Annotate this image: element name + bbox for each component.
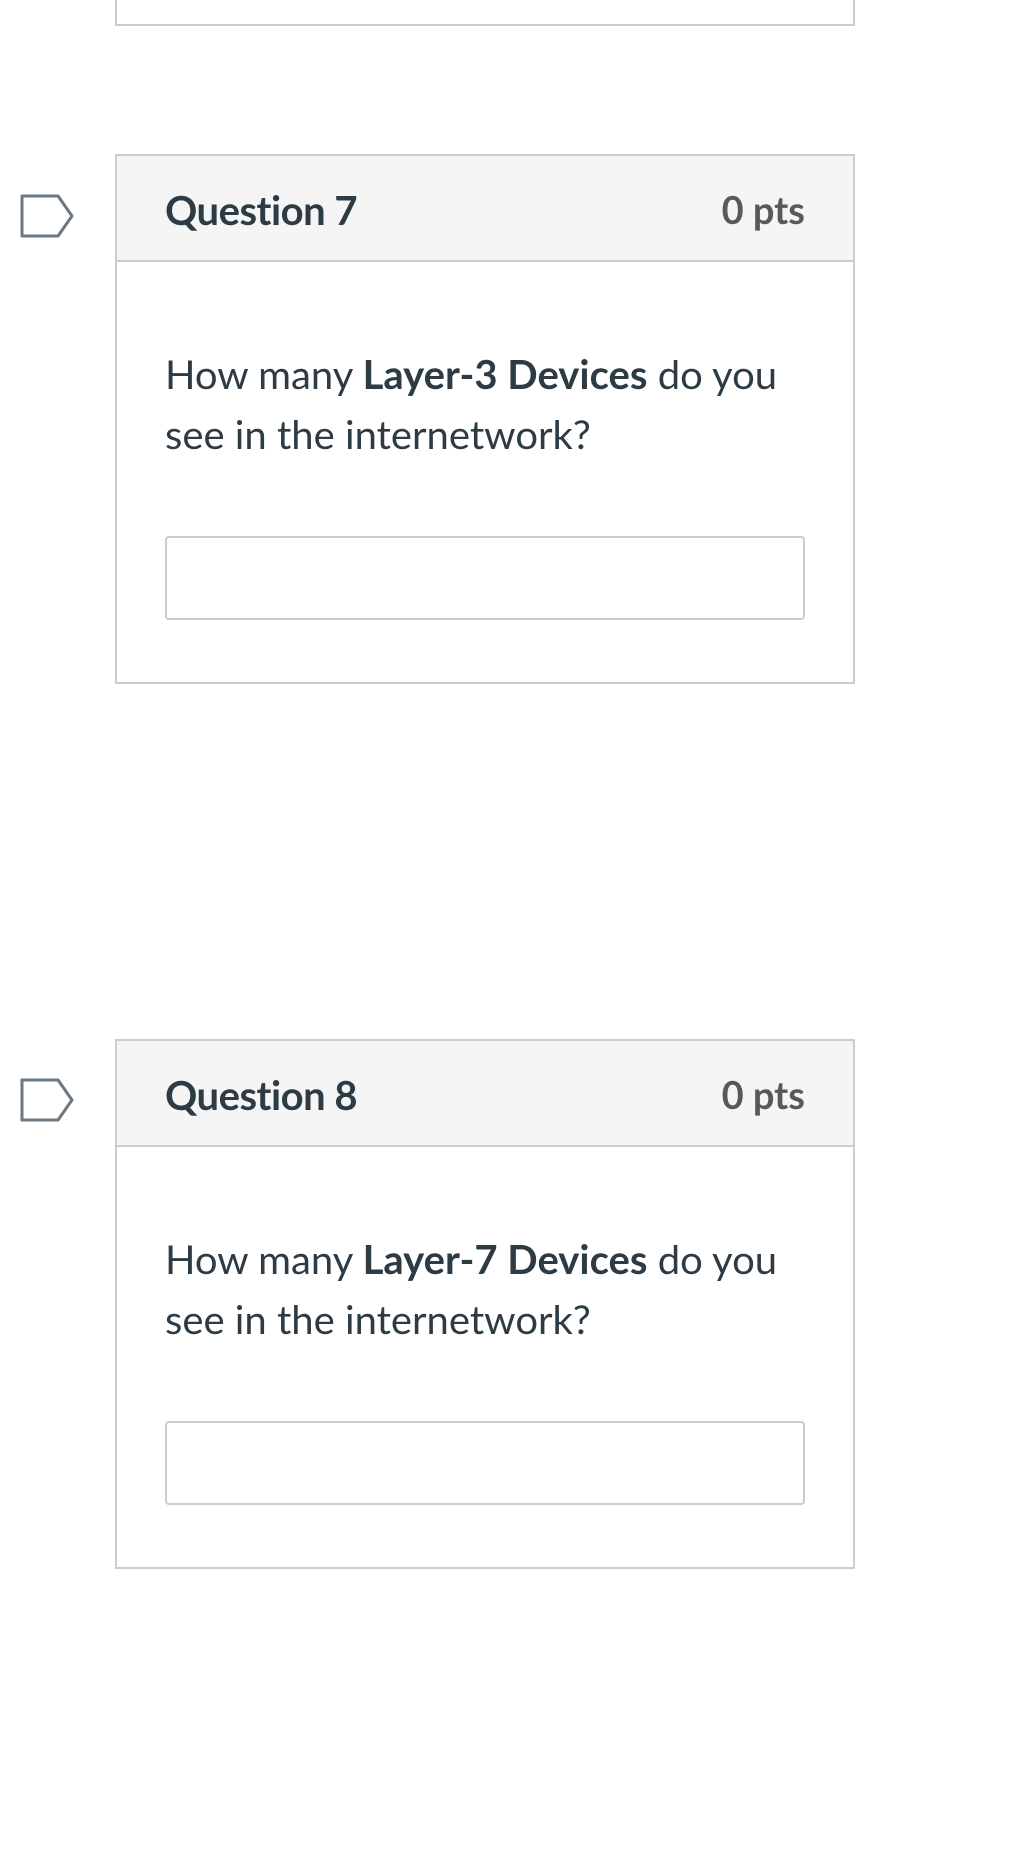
question-7-title: Question 7 <box>165 186 357 234</box>
bookmark-tag-icon <box>20 1078 74 1122</box>
previous-question-fragment <box>115 0 855 26</box>
question-7-text-pre: How many <box>165 350 363 398</box>
question-7-card: Question 7 0 pts How many Layer-3 Device… <box>115 154 855 684</box>
question-7-answer-input[interactable] <box>165 536 805 620</box>
question-7-text-bold: Layer-3 Devices <box>363 350 648 398</box>
question-8-body: How many Layer-7 Devices do you see in t… <box>117 1147 853 1567</box>
question-8-text-pre: How many <box>165 1235 363 1283</box>
question-8-title: Question 8 <box>165 1071 357 1119</box>
question-8-header: Question 8 0 pts <box>117 1041 853 1147</box>
question-7-body: How many Layer-3 Devices do you see in t… <box>117 262 853 682</box>
question-8-text-bold: Layer-7 Devices <box>363 1235 648 1283</box>
question-7-text: How many Layer-3 Devices do you see in t… <box>165 344 805 464</box>
bookmark-tag-icon <box>20 194 74 238</box>
question-8-answer-input[interactable] <box>165 1421 805 1505</box>
question-7-header: Question 7 0 pts <box>117 156 853 262</box>
question-7-points: 0 pts <box>722 187 805 233</box>
question-8-card: Question 8 0 pts How many Layer-7 Device… <box>115 1039 855 1569</box>
question-8-text: How many Layer-7 Devices do you see in t… <box>165 1229 805 1349</box>
question-8-points: 0 pts <box>722 1072 805 1118</box>
